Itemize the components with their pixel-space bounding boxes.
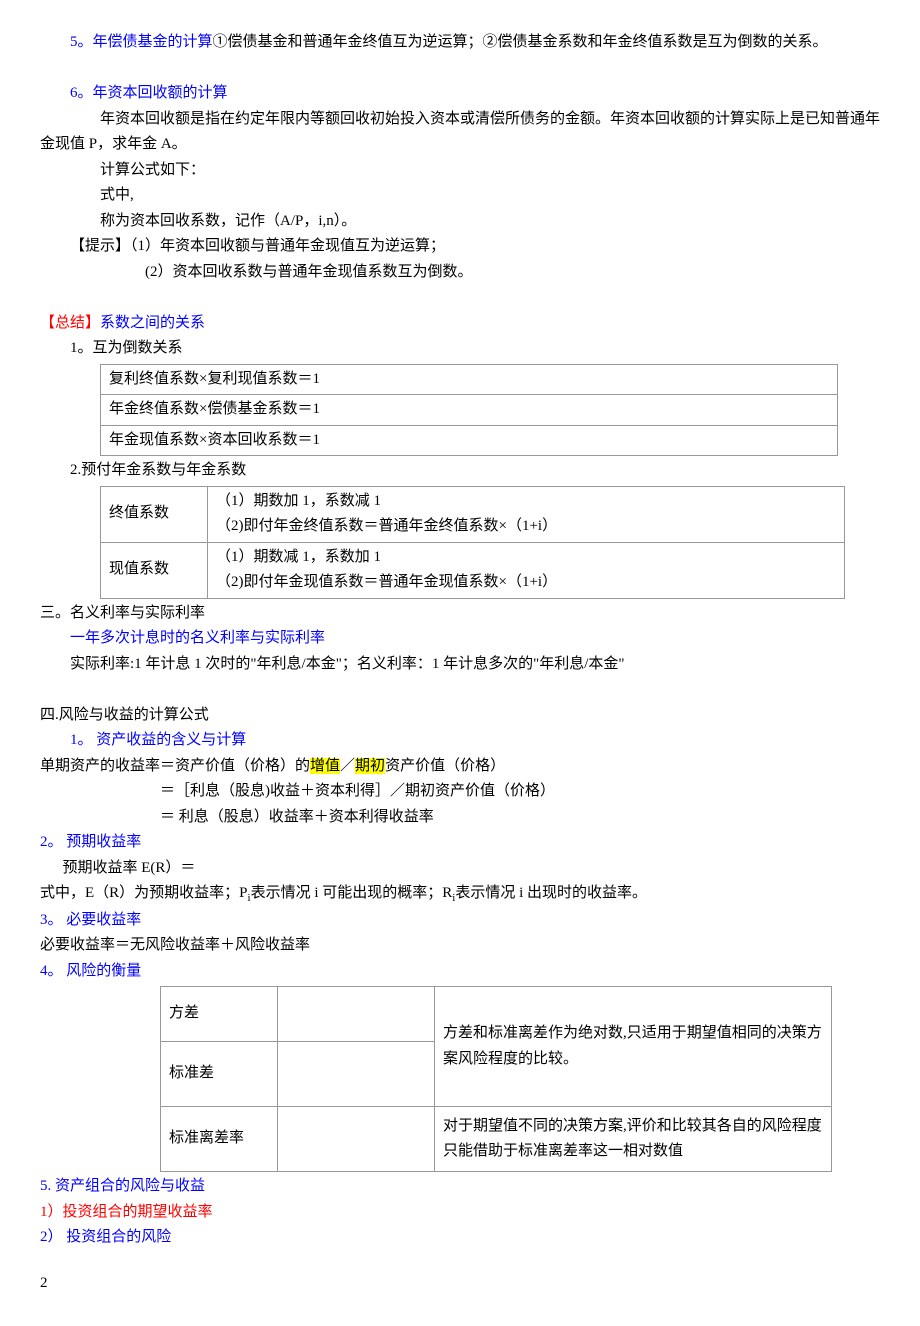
hint-2: (2）资本回收系数与普通年金现值系数互为倒数。 (40, 260, 880, 286)
required-return-formula: 必要收益率＝无风险收益率＋风险收益率 (40, 933, 880, 959)
annuity-factor-table: 终值系数 （1）期数加 1，系数减 1 （2)即付年金终值系数＝普通年金终值系数… (100, 486, 845, 599)
capital-recovery-factor: 称为资本回收系数，记作（A/P，i,n）。 (40, 209, 880, 235)
portfolio-return-heading: 1）投资组合的期望收益率 (40, 1200, 880, 1226)
portfolio-risk-heading: 2） 投资组合的风险 (40, 1225, 880, 1251)
formula-label: 计算公式如下： (40, 158, 880, 184)
table-cell (278, 987, 435, 1042)
table-cell: 方差和标准离差作为绝对数,只适用于期望值相同的决策方案风险程度的比较。 (435, 987, 832, 1107)
table-cell: 对于期望值不同的决策方案,评价和比较其各自的风险程度只能借助于标准离差率这一相对… (435, 1107, 832, 1172)
return-rate-formula-2: ＝［利息（股息)收益＋资本利得］／期初资产价值（价格） (40, 779, 880, 805)
portfolio-heading: 5. 资产组合的风险与收益 (40, 1174, 880, 1200)
rate-explanation: 实际利率:1 年计息 1 次时的"年利息/本金"；名义利率：1 年计息多次的"年… (40, 652, 880, 678)
return-rate-formula: 单期资产的收益率＝资产价值（价格）的增值／期初资产价值（价格） (40, 754, 880, 780)
table-row: 复利终值系数×复利现值系数＝1 (101, 364, 838, 395)
table-cell: 终值系数 (101, 486, 208, 542)
table-cell (278, 1107, 435, 1172)
asset-return-heading: 1。 资产收益的含义与计算 (40, 728, 880, 754)
hint-1: 【提示】（1）年资本回收额与普通年金现值互为逆运算； (40, 234, 880, 260)
risk-measure-heading: 4。 风险的衡量 (40, 959, 880, 985)
expected-return-explanation: 式中，E（R）为预期收益率；Pi表示情况 i 可能出现的概率；Ri表示情况 i … (40, 881, 880, 908)
return-rate-formula-3: ＝ 利息（股息）收益率＋资本利得收益率 (40, 805, 880, 831)
reciprocal-table: 复利终值系数×复利现值系数＝1 年金终值系数×偿债基金系数＝1 年金现值系数×资… (100, 364, 838, 457)
section-4-heading: 四.风险与收益的计算公式 (40, 703, 880, 729)
line-5-heading: 5。年偿债基金的计算①偿债基金和普通年金终值互为逆运算；②偿债基金系数和年金终值… (40, 30, 880, 56)
table-row: 年金终值系数×偿债基金系数＝1 (101, 395, 838, 426)
formula-where: 式中, (40, 183, 880, 209)
table-cell: 标准差 (161, 1042, 278, 1107)
section-3-heading: 三。名义利率与实际利率 (40, 601, 880, 627)
paragraph-capital-recovery: 年资本回收额是指在约定年限内等额回收初始投入资本或清偿所债务的金额。年资本回收额… (40, 107, 880, 158)
table-cell: 标准离差率 (161, 1107, 278, 1172)
table-row: 年金现值系数×资本回收系数＝1 (101, 425, 838, 456)
table-cell: 方差 (161, 987, 278, 1042)
risk-measure-table: 方差 方差和标准离差作为绝对数,只适用于期望值相同的决策方案风险程度的比较。 标… (160, 986, 832, 1172)
line-6-heading: 6。年资本回收额的计算 (40, 81, 880, 107)
summary-heading: 【总结】系数之间的关系 (40, 311, 880, 337)
nominal-real-rate: 一年多次计息时的名义利率与实际利率 (40, 626, 880, 652)
expected-return-heading: 2。 预期收益率 (40, 830, 880, 856)
prepaid-annuity-heading: 2.预付年金系数与年金系数 (40, 458, 880, 484)
page-number: 2 (40, 1271, 880, 1297)
table-cell: （1）期数减 1，系数加 1 （2)即付年金现值系数＝普通年金现值系数×（1+i… (208, 542, 845, 598)
required-return-heading: 3。 必要收益率 (40, 908, 880, 934)
reciprocal-heading: 1。互为倒数关系 (40, 336, 880, 362)
expected-return-formula: 预期收益率 E(R）＝ (40, 856, 880, 882)
table-cell: （1）期数加 1，系数减 1 （2)即付年金终值系数＝普通年金终值系数×（1+i… (208, 486, 845, 542)
table-cell (278, 1042, 435, 1107)
table-cell: 现值系数 (101, 542, 208, 598)
